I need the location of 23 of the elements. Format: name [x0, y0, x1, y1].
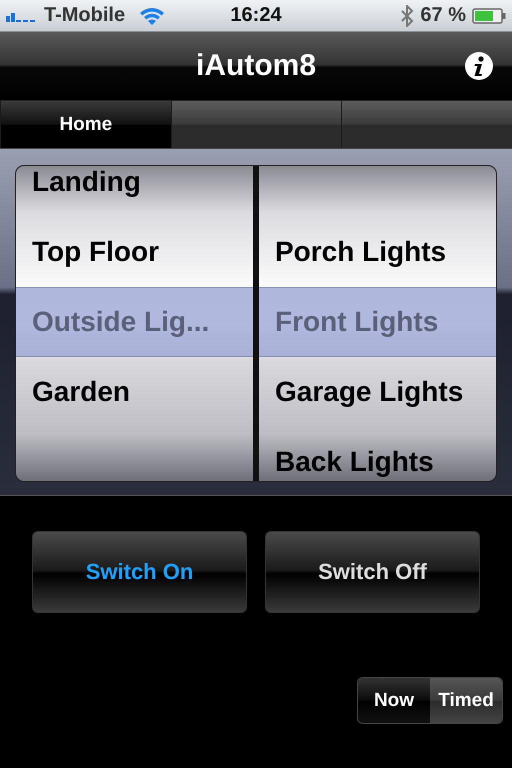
bluetooth-icon: [400, 4, 414, 26]
picker-row[interactable]: Landing: [16, 166, 253, 217]
picker-row[interactable]: Back Lights: [259, 427, 496, 481]
clock-time: 16:24: [230, 4, 282, 27]
segment-tab[interactable]: Timed: [430, 678, 502, 723]
picker-wheel[interactable]: Porch Lights Front Lights Garage Lights Back Lights: [259, 166, 496, 481]
tab[interactable]: [341, 101, 512, 148]
info-icon[interactable]: [464, 51, 494, 81]
picker-row[interactable]: Porch Lights: [259, 217, 496, 287]
wifi-icon: [139, 6, 166, 26]
picker-row[interactable]: Garage Lights: [259, 357, 496, 427]
app-title: iAutom8: [196, 49, 316, 83]
picker-row[interactable]: Top Floor: [16, 217, 253, 287]
switch-button[interactable]: Switch On: [32, 531, 247, 613]
tab[interactable]: [170, 101, 342, 148]
tab[interactable]: Home: [0, 101, 171, 148]
carrier-name: T-Mobile: [44, 4, 126, 27]
switch-button[interactable]: Switch Off: [265, 531, 480, 613]
picker-row[interactable]: Garden: [16, 357, 253, 427]
battery-icon: [472, 8, 506, 24]
picker-wheel[interactable]: Landing Top Floor Outside Lig... Garden: [16, 166, 253, 481]
battery-percentage: 67 %: [420, 4, 466, 27]
segment-tab[interactable]: Now: [358, 678, 430, 723]
